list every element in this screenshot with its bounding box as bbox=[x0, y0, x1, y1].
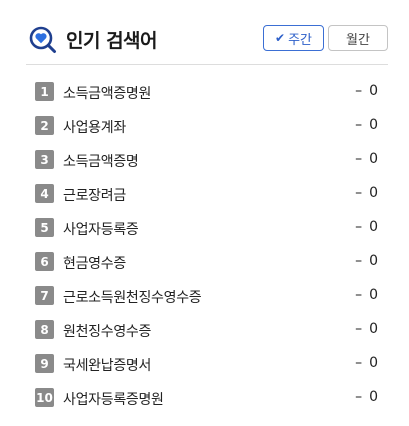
page-title: 인기 검색어 bbox=[66, 30, 158, 52]
keyword-row-3[interactable]: 3 소득금액증명 –0 bbox=[0, 143, 409, 177]
keyword-link[interactable]: 근로장려금 bbox=[63, 185, 126, 205]
keyword-row-5[interactable]: 5 사업자등록증 –0 bbox=[0, 211, 409, 245]
no-change-dash-icon: – bbox=[355, 287, 363, 303]
keyword-row-10[interactable]: 10 사업자등록증명원 –0 bbox=[0, 381, 409, 415]
no-change-dash-icon: – bbox=[355, 389, 363, 405]
keyword-row-1[interactable]: 1 소득금액증명원 –0 bbox=[0, 75, 409, 109]
weekly-tab-label: 주간 bbox=[288, 32, 312, 48]
rank-change: –0 bbox=[355, 83, 378, 99]
rank-badge: 5 bbox=[35, 218, 54, 237]
no-change-dash-icon: – bbox=[355, 253, 363, 269]
keyword-list: 1 소득금액증명원 –0 2 사업용계좌 –0 3 소득금액증명 –0 4 근로… bbox=[0, 75, 409, 415]
keyword-row-6[interactable]: 6 현금영수증 –0 bbox=[0, 245, 409, 279]
search-heart-icon bbox=[29, 26, 56, 53]
rank-change-value: 0 bbox=[369, 117, 378, 133]
keyword-row-9[interactable]: 9 국세완납증명서 –0 bbox=[0, 347, 409, 381]
rank-badge: 3 bbox=[35, 150, 54, 169]
weekly-tab-button[interactable]: ✔ 주간 bbox=[263, 25, 324, 51]
rank-change-value: 0 bbox=[369, 219, 378, 235]
header-divider bbox=[26, 64, 388, 65]
rank-change-value: 0 bbox=[369, 185, 378, 201]
rank-badge: 7 bbox=[35, 286, 54, 305]
keyword-link[interactable]: 원천징수영수증 bbox=[63, 321, 151, 341]
checkmark-icon: ✔ bbox=[275, 31, 286, 45]
rank-badge: 10 bbox=[35, 388, 54, 407]
rank-badge: 6 bbox=[35, 252, 54, 271]
monthly-tab-label: 월간 bbox=[346, 32, 370, 48]
keyword-link[interactable]: 현금영수증 bbox=[63, 253, 126, 273]
rank-change-value: 0 bbox=[369, 253, 378, 269]
rank-change: –0 bbox=[355, 355, 378, 371]
keyword-link[interactable]: 소득금액증명원 bbox=[63, 83, 151, 103]
no-change-dash-icon: – bbox=[355, 151, 363, 167]
no-change-dash-icon: – bbox=[355, 83, 363, 99]
keyword-row-7[interactable]: 7 근로소득원천징수영수증 –0 bbox=[0, 279, 409, 313]
rank-change-value: 0 bbox=[369, 151, 378, 167]
rank-badge: 9 bbox=[35, 354, 54, 373]
keyword-row-8[interactable]: 8 원천징수영수증 –0 bbox=[0, 313, 409, 347]
rank-change: –0 bbox=[355, 117, 378, 133]
rank-change-value: 0 bbox=[369, 355, 378, 371]
rank-change: –0 bbox=[355, 151, 378, 167]
rank-badge: 4 bbox=[35, 184, 54, 203]
no-change-dash-icon: – bbox=[355, 355, 363, 371]
monthly-tab-button[interactable]: 월간 bbox=[328, 25, 388, 51]
rank-badge: 1 bbox=[35, 82, 54, 101]
no-change-dash-icon: – bbox=[355, 185, 363, 201]
keyword-row-4[interactable]: 4 근로장려금 –0 bbox=[0, 177, 409, 211]
rank-change-value: 0 bbox=[369, 287, 378, 303]
keyword-link[interactable]: 사업자등록증 bbox=[63, 219, 139, 239]
keyword-link[interactable]: 사업자등록증명원 bbox=[63, 389, 164, 409]
rank-change-value: 0 bbox=[369, 321, 378, 337]
popular-keywords-header: 인기 검색어 ✔ 주간 월간 bbox=[26, 22, 388, 56]
rank-change-value: 0 bbox=[369, 389, 378, 405]
no-change-dash-icon: – bbox=[355, 219, 363, 235]
keyword-row-2[interactable]: 2 사업용계좌 –0 bbox=[0, 109, 409, 143]
rank-change: –0 bbox=[355, 287, 378, 303]
rank-badge: 8 bbox=[35, 320, 54, 339]
keyword-link[interactable]: 사업용계좌 bbox=[63, 117, 126, 137]
rank-change: –0 bbox=[355, 389, 378, 405]
no-change-dash-icon: – bbox=[355, 321, 363, 337]
rank-change: –0 bbox=[355, 253, 378, 269]
no-change-dash-icon: – bbox=[355, 117, 363, 133]
rank-change-value: 0 bbox=[369, 83, 378, 99]
rank-change: –0 bbox=[355, 185, 378, 201]
rank-badge: 2 bbox=[35, 116, 54, 135]
keyword-link[interactable]: 근로소득원천징수영수증 bbox=[63, 287, 202, 307]
rank-change: –0 bbox=[355, 321, 378, 337]
keyword-link[interactable]: 국세완납증명서 bbox=[63, 355, 151, 375]
keyword-link[interactable]: 소득금액증명 bbox=[63, 151, 139, 171]
rank-change: –0 bbox=[355, 219, 378, 235]
